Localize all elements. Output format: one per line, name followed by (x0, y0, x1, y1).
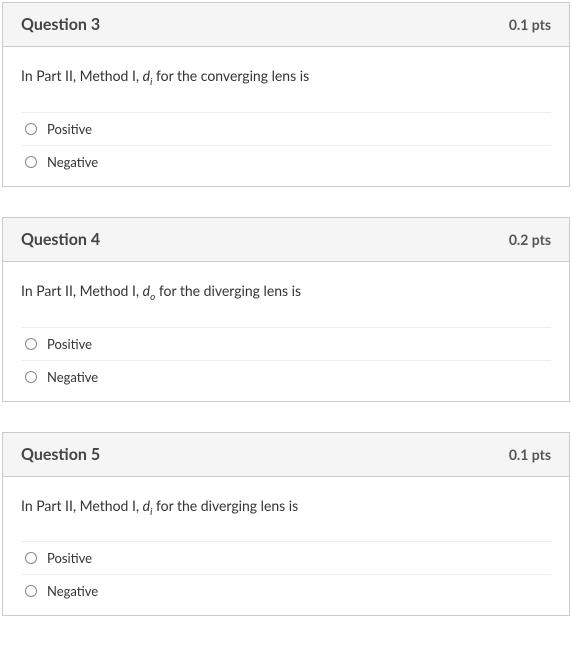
question-prompt: In Part II, Method I, do for the divergi… (21, 282, 551, 303)
option-label: Positive (47, 550, 92, 566)
option-label: Negative (47, 583, 98, 599)
question-points: 0.1 pts (509, 16, 551, 33)
prompt-suffix: for the diverging lens is (152, 497, 298, 514)
prompt-suffix: for the converging lens is (152, 67, 309, 84)
question-prompt: In Part II, Method I, di for the converg… (21, 67, 551, 88)
question-title: Question 3 (21, 15, 100, 34)
question-body: In Part II, Method I, do for the divergi… (3, 262, 569, 401)
option-row[interactable]: Negative (21, 361, 551, 393)
question-body: In Part II, Method I, di for the divergi… (3, 477, 569, 616)
question-header: Question 5 0.1 pts (3, 433, 569, 477)
radio-icon[interactable] (25, 156, 37, 168)
options-list: Positive Negative (21, 112, 551, 178)
prompt-prefix: In Part II, Method I, (21, 282, 143, 299)
options-list: Positive Negative (21, 327, 551, 393)
prompt-variable: d (143, 67, 150, 84)
quiz-container: Question 3 0.1 pts In Part II, Method I, d… (2, 2, 570, 616)
option-row[interactable]: Positive (21, 113, 551, 146)
prompt-prefix: In Part II, Method I, (21, 497, 143, 514)
radio-icon[interactable] (25, 338, 37, 350)
question-card: Question 4 0.2 pts In Part II, Method I, d… (2, 217, 570, 402)
prompt-suffix: for the diverging lens is (155, 282, 301, 299)
question-card: Question 5 0.1 pts In Part II, Method I, d… (2, 432, 570, 617)
question-title: Question 4 (21, 230, 100, 249)
question-card: Question 3 0.1 pts In Part II, Method I, d… (2, 2, 570, 187)
option-label: Negative (47, 369, 98, 385)
question-prompt: In Part II, Method I, di for the divergi… (21, 497, 551, 518)
prompt-variable: d (143, 497, 150, 514)
question-title: Question 5 (21, 445, 100, 464)
question-points: 0.2 pts (509, 231, 551, 248)
question-header: Question 3 0.1 pts (3, 3, 569, 47)
radio-icon[interactable] (25, 552, 37, 564)
option-label: Positive (47, 121, 92, 137)
option-label: Negative (47, 154, 98, 170)
radio-icon[interactable] (25, 371, 37, 383)
option-row[interactable]: Negative (21, 146, 551, 178)
question-body: In Part II, Method I, di for the converg… (3, 47, 569, 186)
options-list: Positive Negative (21, 541, 551, 607)
question-header: Question 4 0.2 pts (3, 218, 569, 262)
prompt-variable: d (143, 282, 150, 299)
radio-icon[interactable] (25, 585, 37, 597)
prompt-prefix: In Part II, Method I, (21, 67, 143, 84)
option-row[interactable]: Negative (21, 575, 551, 607)
question-points: 0.1 pts (509, 446, 551, 463)
radio-icon[interactable] (25, 123, 37, 135)
option-label: Positive (47, 336, 92, 352)
option-row[interactable]: Positive (21, 542, 551, 575)
option-row[interactable]: Positive (21, 328, 551, 361)
